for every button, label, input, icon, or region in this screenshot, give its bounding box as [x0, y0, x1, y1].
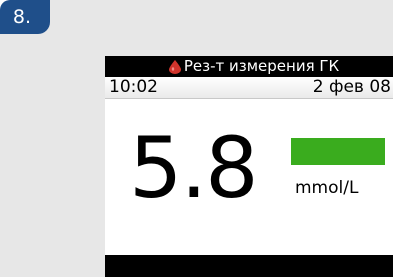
instruction-panel: 8. Рез-т измерения ГК 10:02 2 фев 08 5.8… — [0, 0, 393, 277]
date-display: 2 фев 08 — [312, 77, 391, 97]
screen-title-bar: Рез-т измерения ГК — [105, 56, 393, 77]
time-display: 10:02 — [109, 77, 158, 97]
target-range-indicator — [291, 138, 385, 165]
step-number-badge: 8. — [0, 0, 50, 34]
glucose-reading: 5.8 — [129, 119, 259, 217]
screen-bottom-bar — [105, 255, 393, 277]
meter-screen: Рез-т измерения ГК 10:02 2 фев 08 5.8 mm… — [105, 56, 393, 277]
screen-title: Рез-т измерения ГК — [183, 57, 340, 75]
unit-label: mmol/L — [295, 178, 359, 198]
status-bar: 10:02 2 фев 08 — [105, 77, 393, 99]
blood-drop-icon — [168, 59, 181, 74]
